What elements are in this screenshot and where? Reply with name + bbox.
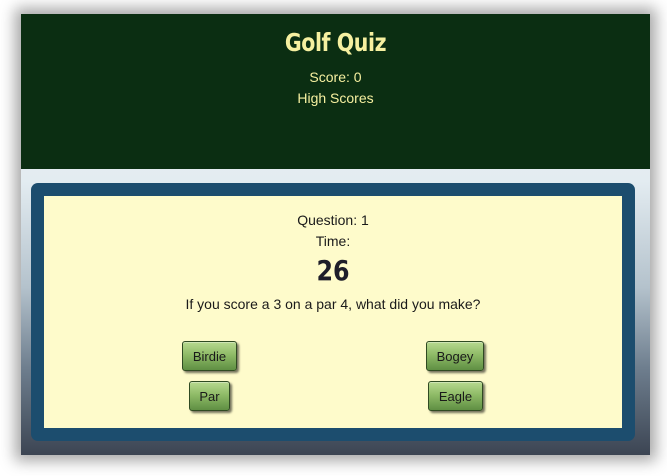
answer-button-eagle[interactable]: Eagle bbox=[428, 381, 483, 411]
time-label: Time: bbox=[315, 233, 351, 249]
question-number: Question: 1 bbox=[297, 212, 369, 228]
answer-button-bogey[interactable]: Bogey bbox=[426, 341, 484, 371]
high-scores-link[interactable]: High Scores bbox=[21, 90, 650, 106]
game-window: Golf Quiz Score: 0 High Scores Question:… bbox=[21, 14, 650, 455]
quiz-panel: Question: 1 Time: 26 If you score a 3 on… bbox=[44, 196, 622, 428]
answer-button-birdie[interactable]: Birdie bbox=[182, 341, 237, 371]
answer-button-par[interactable]: Par bbox=[189, 381, 230, 411]
question-text: If you score a 3 on a par 4, what did yo… bbox=[185, 296, 481, 312]
header: Golf Quiz Score: 0 High Scores bbox=[21, 14, 650, 169]
timer-value: 26 bbox=[316, 254, 350, 287]
score-display: Score: 0 bbox=[309, 69, 362, 85]
game-title: Golf Quiz bbox=[284, 28, 387, 57]
quiz-frame: Question: 1 Time: 26 If you score a 3 on… bbox=[31, 183, 635, 441]
